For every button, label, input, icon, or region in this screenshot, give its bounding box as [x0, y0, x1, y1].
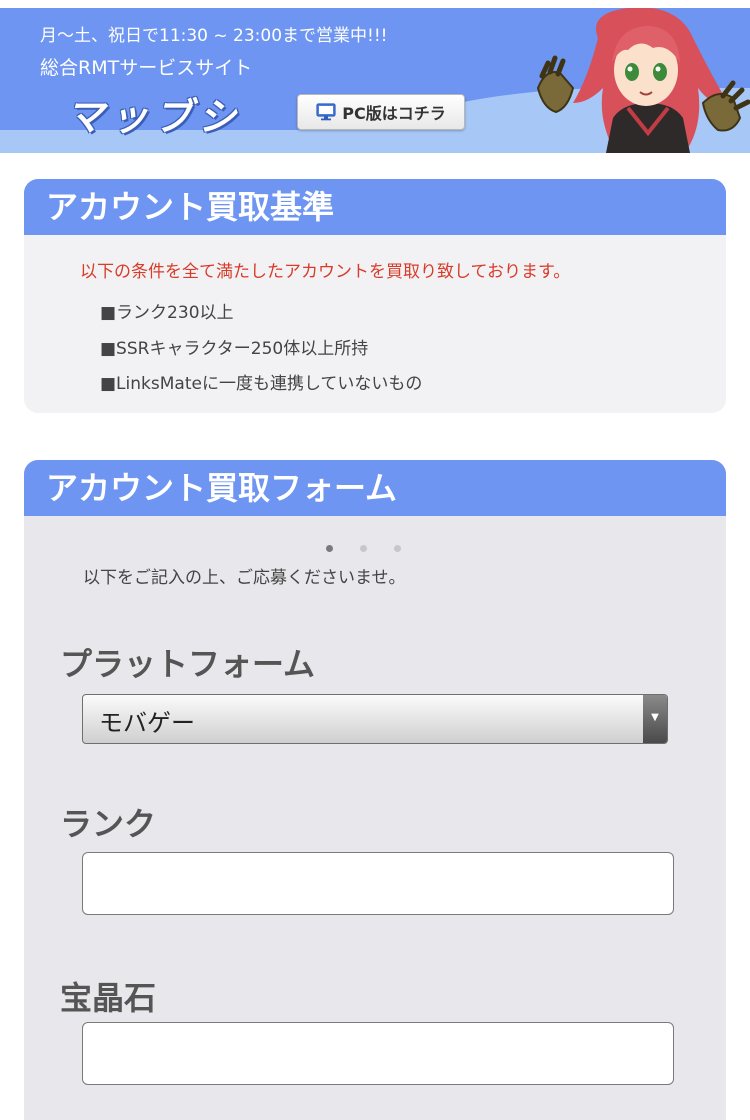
step-dot-2	[360, 545, 367, 552]
platform-label: プラットフォーム	[60, 645, 316, 683]
rank-label: ランク	[60, 805, 157, 843]
mascot-illustration	[536, 8, 750, 153]
site-header: 月〜土、祝日で11:30 ~ 23:00まで営業中!!! 総合RMTサービスサイ…	[0, 8, 750, 153]
pc-version-label: PC版はコチラ	[342, 104, 446, 123]
site-subtitle: 総合RMTサービスサイト	[40, 57, 253, 79]
crystal-input[interactable]	[82, 1022, 674, 1085]
criteria-title: アカウント買取基準	[24, 179, 726, 235]
purchase-form-panel: アカウント買取フォーム 以下をご記入の上、ご応募くださいませ。 プラットフォーム…	[24, 460, 726, 1120]
criteria-lead-text: 以下の条件を全て満たしたアカウントを買取り致しております。	[80, 262, 571, 282]
rank-input[interactable]	[82, 852, 674, 915]
chevron-down-icon[interactable]: ▼	[643, 695, 667, 743]
crystal-label: 宝晶石	[60, 979, 157, 1017]
platform-select[interactable]: モバゲー ▼	[82, 694, 668, 744]
monitor-icon	[316, 103, 336, 121]
criteria-item-ssr: ■SSRキャラクター250体以上所持	[100, 339, 369, 359]
step-dot-3	[394, 545, 401, 552]
form-title: アカウント買取フォーム	[24, 460, 726, 516]
criteria-item-linksmate: ■LinksMateに一度も連携していないもの	[100, 374, 423, 394]
criteria-panel: アカウント買取基準 以下の条件を全て満たしたアカウントを買取り致しております。 …	[24, 179, 726, 413]
step-dot-1	[326, 545, 333, 552]
pc-version-button[interactable]: PC版はコチラ	[297, 94, 465, 130]
step-indicator	[326, 545, 401, 552]
site-logo[interactable]: マッブシ	[66, 86, 242, 141]
business-hours-text: 月〜土、祝日で11:30 ~ 23:00まで営業中!!!	[40, 26, 388, 46]
platform-select-value: モバゲー	[99, 709, 195, 737]
criteria-item-rank: ■ランク230以上	[100, 303, 234, 323]
form-intro-text: 以下をご記入の上、ご応募くださいませ。	[83, 568, 406, 588]
